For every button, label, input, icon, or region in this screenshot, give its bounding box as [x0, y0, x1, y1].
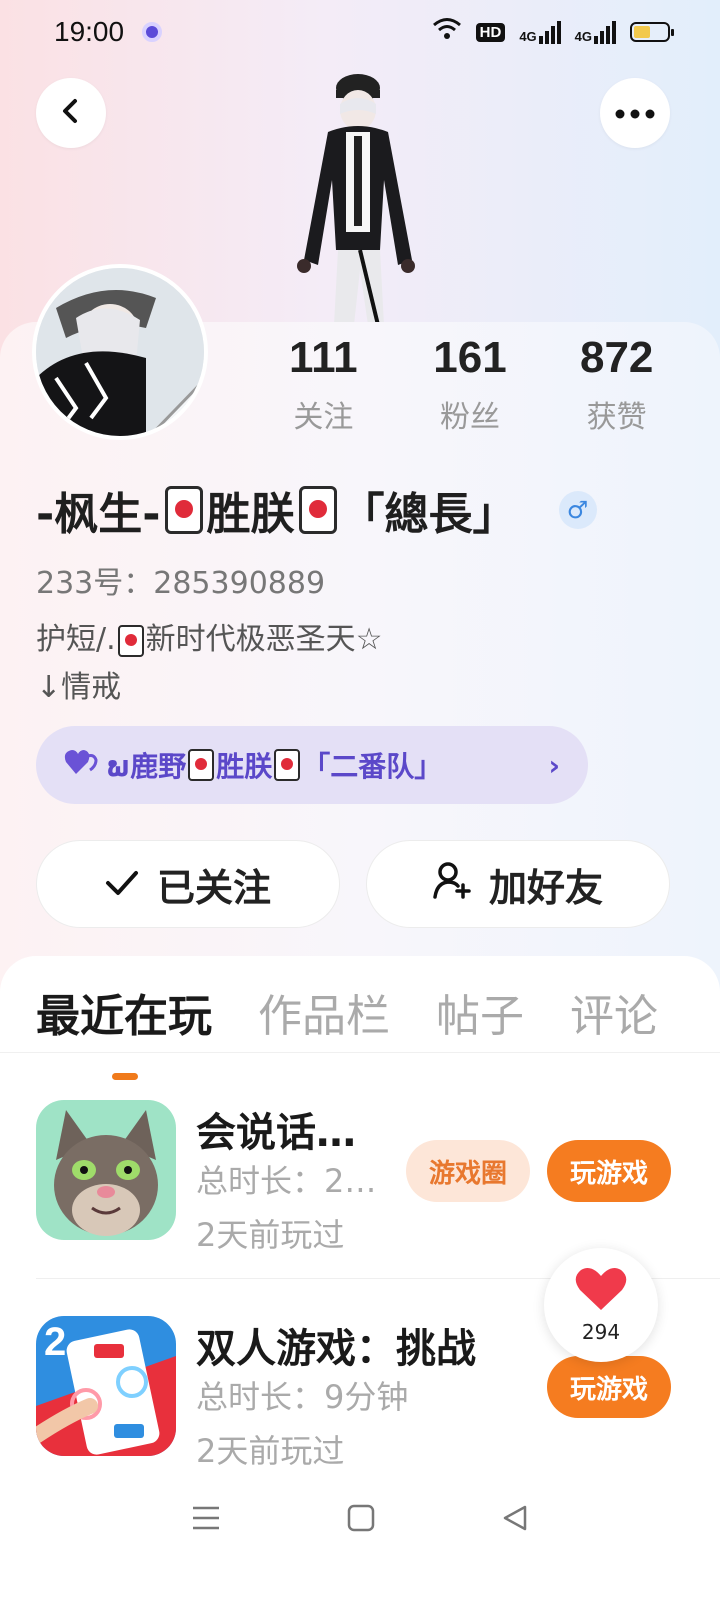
user-id[interactable]: 233号：285390889	[36, 558, 325, 602]
wifi-icon	[432, 17, 462, 48]
flower-card-icon	[117, 624, 144, 657]
back-triangle-icon[interactable]	[501, 1504, 529, 1536]
bio: 护短/. 新时代极恶圣天☆ ↓情戒	[36, 616, 383, 712]
guild-name-part: ພ鹿野	[106, 750, 187, 783]
guild-banner[interactable]: ພ鹿野 胜朕 「二番队」 ›	[36, 726, 588, 804]
game-icon-two-player: 2	[36, 1316, 176, 1456]
bio-text: 新时代极恶圣天☆	[145, 622, 383, 657]
flower-card-icon	[188, 749, 215, 781]
game-circle-button[interactable]: 游戏圈	[406, 1140, 530, 1202]
stats-row: 111 关注 161 粉丝 872 获赞	[250, 330, 690, 436]
avatar[interactable]	[32, 264, 208, 440]
bio-text: ↓情戒	[36, 670, 122, 705]
username-part: 胜朕	[206, 489, 295, 540]
flower-card-icon	[274, 749, 301, 781]
menu-icon[interactable]	[191, 1505, 221, 1535]
more-button[interactable]	[600, 78, 670, 148]
game-duration: 总时长：9分钟	[196, 1378, 409, 1416]
heart-icon	[575, 1266, 627, 1316]
tab-recently-played[interactable]: 最近在玩	[36, 980, 212, 1080]
username-part: -枫生-	[36, 489, 161, 540]
stat-label: 获赞	[586, 400, 647, 435]
stat-label: 粉丝	[440, 400, 500, 435]
add-user-icon	[433, 861, 471, 908]
chevron-right-icon: ›	[548, 748, 560, 782]
tab-comments[interactable]: 评论	[570, 980, 658, 1044]
stat-value: 872	[579, 333, 654, 382]
game-title: 双人游戏：挑战	[196, 1326, 476, 1372]
battery-icon	[630, 22, 674, 42]
game-icon-number: 2	[44, 1320, 67, 1364]
check-icon	[105, 862, 139, 906]
male-gender-icon: ♂	[558, 491, 597, 529]
notification-icon	[142, 22, 163, 42]
stat-value: 111	[289, 333, 358, 382]
like-count: 294	[581, 1320, 621, 1344]
username-part: 「總長」	[340, 489, 517, 540]
like-float-button[interactable]: 294	[544, 1248, 658, 1362]
tab-posts[interactable]: 帖子	[436, 980, 524, 1044]
more-horizontal-icon	[615, 104, 655, 123]
stat-followers[interactable]: 161 粉丝	[397, 330, 544, 436]
status-bar: 19:00 HD 4G 4G	[0, 0, 720, 64]
game-title: 会说话…	[196, 1110, 356, 1156]
guild-name-part: 胜朕	[216, 750, 273, 783]
play-game-button[interactable]: 玩游戏	[547, 1140, 671, 1202]
home-square-icon[interactable]	[347, 1504, 375, 1536]
stat-label: 关注	[293, 400, 354, 435]
tab-divider	[0, 1052, 720, 1053]
back-button[interactable]	[36, 78, 106, 148]
status-time: 19:00	[54, 16, 125, 47]
tab-bar: 最近在玩 作品栏 帖子 评论	[36, 980, 704, 1080]
avatar-character-image	[280, 70, 430, 326]
stat-likes[interactable]: 872 获赞	[543, 330, 690, 436]
game-duration: 总时长：2…	[196, 1162, 377, 1200]
guild-name-part: 「二番队」	[302, 750, 443, 783]
game-last-played: 2天前玩过	[196, 1432, 345, 1470]
followed-button[interactable]: 已关注	[36, 840, 340, 928]
chevron-left-icon	[57, 97, 85, 129]
flower-card-icon	[164, 486, 203, 534]
game-icon-talking-tom	[36, 1100, 176, 1240]
game-last-played: 2天前玩过	[196, 1216, 345, 1254]
signal-icon-2: 4G	[575, 20, 616, 44]
system-nav-bar	[0, 1480, 720, 1560]
hd-badge: HD	[475, 22, 506, 42]
stat-following[interactable]: 111 关注	[250, 330, 397, 436]
add-friend-label: 加好友	[488, 865, 603, 910]
tab-works[interactable]: 作品栏	[258, 980, 390, 1044]
username: -枫生- 胜朕 「總長」 ♂	[36, 478, 597, 542]
heart-guild-icon	[64, 748, 98, 783]
flower-card-icon	[298, 486, 337, 534]
bio-text: 护短/.	[36, 622, 116, 657]
followed-label: 已关注	[156, 865, 271, 910]
signal-icon: 4G	[519, 20, 561, 44]
play-game-button[interactable]: 玩游戏	[547, 1356, 671, 1418]
add-friend-button[interactable]: 加好友	[366, 840, 670, 928]
stat-value: 161	[433, 333, 507, 382]
